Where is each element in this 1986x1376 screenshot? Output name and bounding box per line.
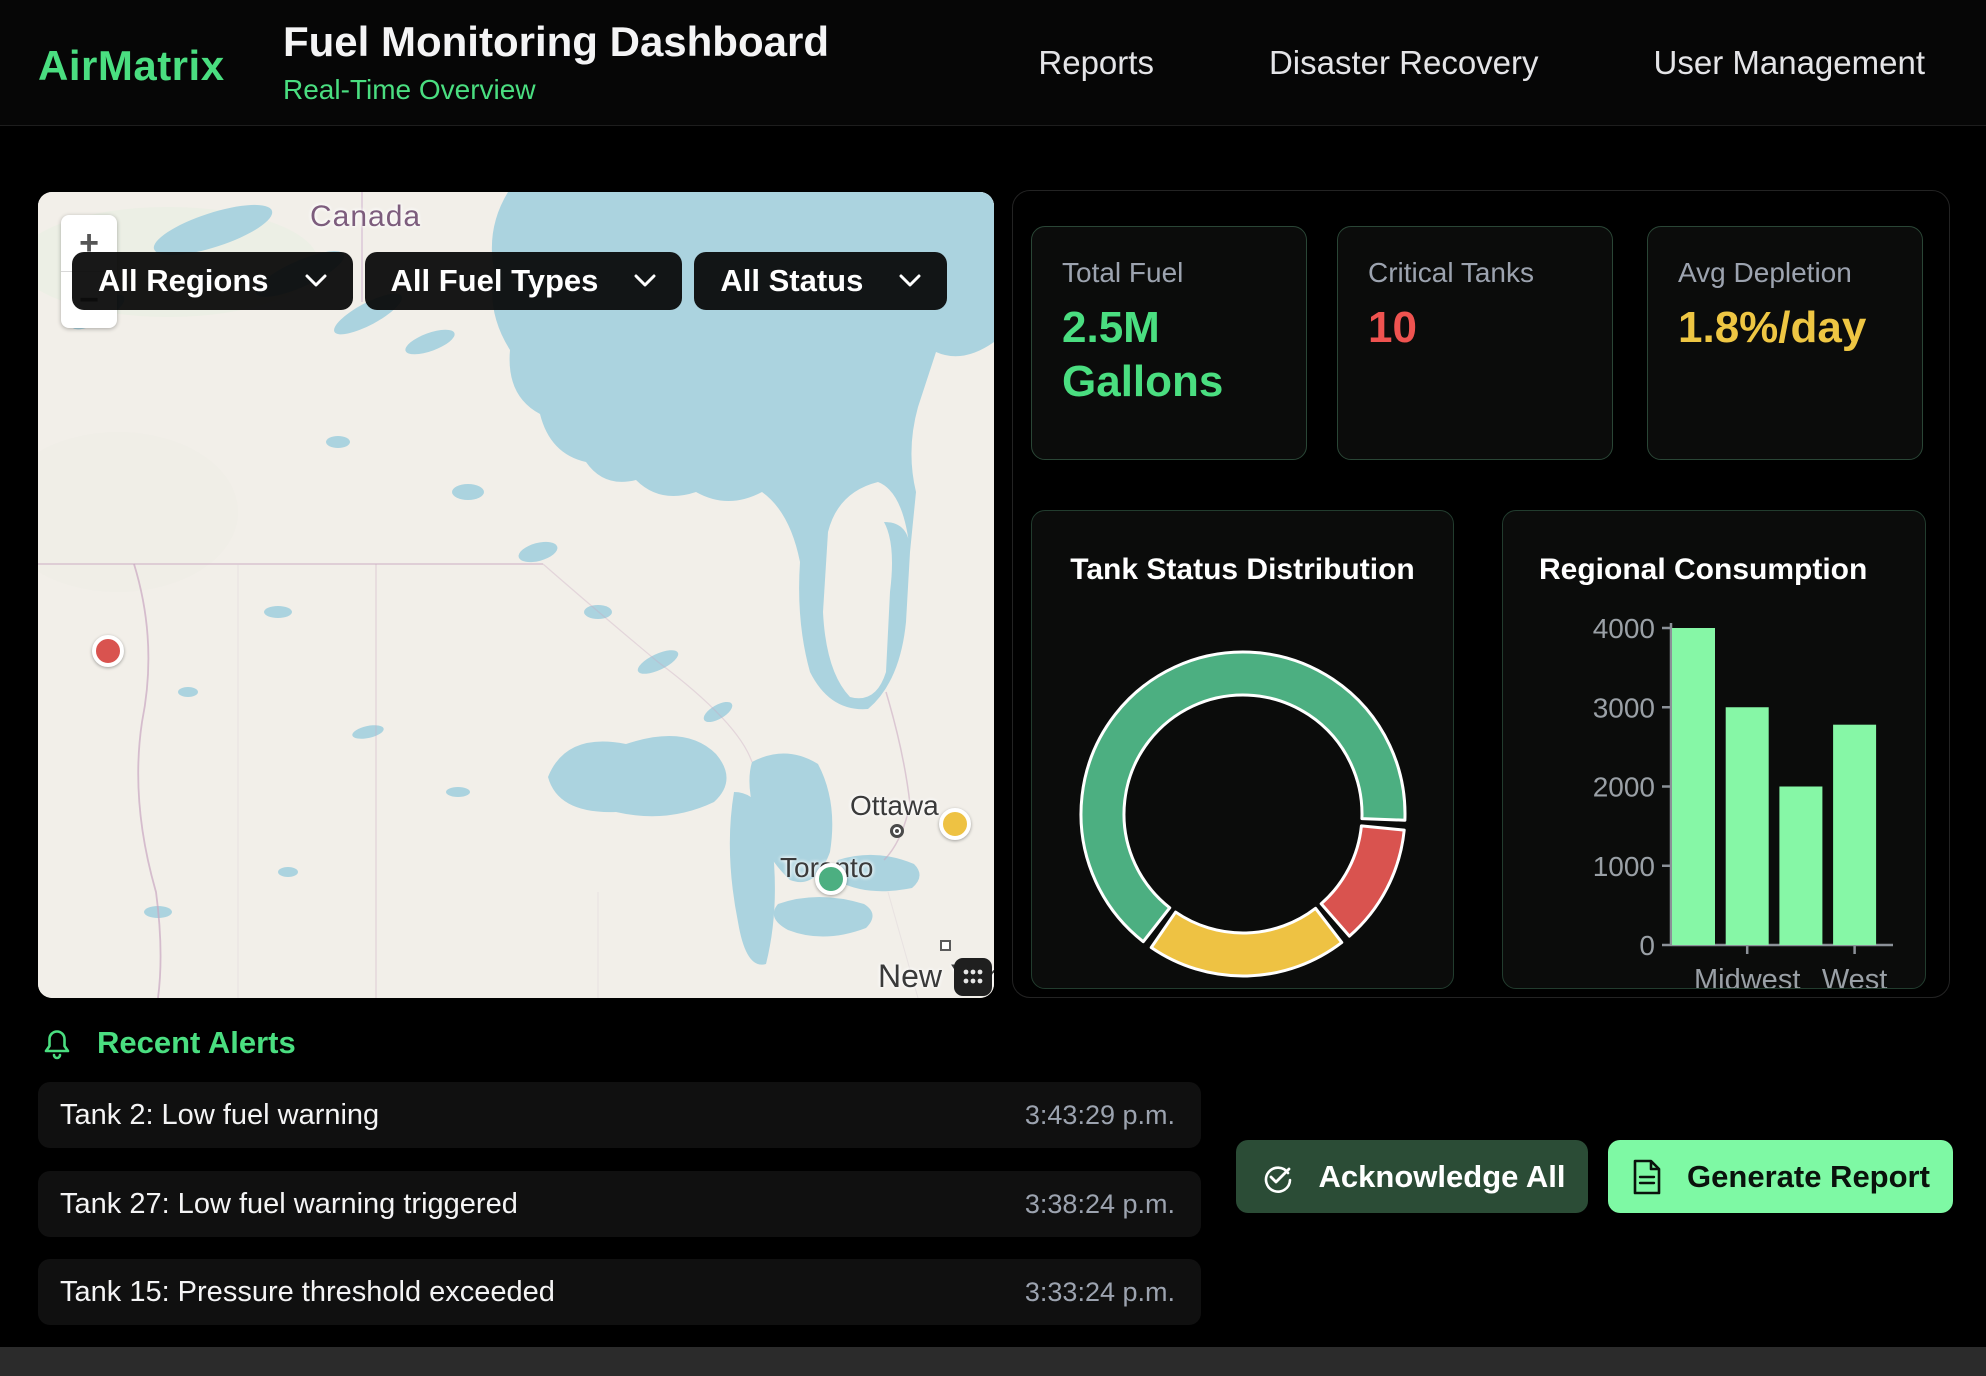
alert-message: Tank 2: Low fuel warning — [60, 1099, 379, 1132]
app-header: AirMatrix Fuel Monitoring Dashboard Real… — [0, 0, 1986, 126]
nav-item-user-management[interactable]: User Management — [1654, 44, 1925, 82]
chevron-down-icon — [634, 274, 656, 288]
acknowledge-all-label: Acknowledge All — [1319, 1159, 1566, 1195]
stat-value: 1.8%/day — [1678, 301, 1892, 355]
document-icon — [1631, 1158, 1663, 1196]
normal-tank-marker[interactable] — [815, 863, 847, 895]
brand-logo: AirMatrix — [38, 42, 225, 90]
alerts-title: Recent Alerts — [97, 1025, 296, 1061]
alert-row: Tank 15: Pressure threshold exceeded 3:3… — [38, 1259, 1201, 1325]
generate-report-label: Generate Report — [1687, 1159, 1930, 1195]
region-filter-value: All Regions — [98, 263, 269, 299]
page-subtitle: Real-Time Overview — [283, 74, 829, 106]
tick-label: West — [1822, 964, 1888, 989]
new-york-town-marker — [940, 940, 951, 951]
stat-value: 2.5M Gallons — [1062, 301, 1276, 408]
stat-label: Total Fuel — [1062, 257, 1276, 289]
regional-consumption-chart-panel: Regional Consumption 01000200030004000Mi… — [1502, 510, 1926, 989]
fuel-type-filter-select[interactable]: All Fuel Types — [365, 252, 683, 310]
status-filter-select[interactable]: All Status — [694, 252, 947, 310]
tick-label: 0 — [1639, 930, 1655, 961]
alert-message: Tank 27: Low fuel warning triggered — [60, 1188, 518, 1221]
donut-segment-warning — [1151, 908, 1342, 976]
stat-value: 10 — [1368, 301, 1582, 355]
fuel-type-filter-value: All Fuel Types — [391, 263, 599, 299]
stat-card-critical-tanks: Critical Tanks 10 — [1337, 226, 1613, 460]
alert-row: Tank 27: Low fuel warning triggered 3:38… — [38, 1171, 1201, 1237]
generate-report-button[interactable]: Generate Report — [1608, 1140, 1953, 1213]
map-filter-bar: All Regions All Fuel Types All Status — [72, 252, 947, 310]
tick-label: 3000 — [1593, 692, 1655, 723]
regional-consumption-bar-chart: 0 1000 2000 3000 4000 Midwest West — [1503, 511, 1926, 989]
tank-status-chart-title: Tank Status Distribution — [1032, 553, 1453, 587]
critical-tank-marker[interactable] — [92, 635, 124, 667]
alert-timestamp: 3:43:29 p.m. — [1025, 1100, 1175, 1131]
bar-region-3 — [1779, 787, 1822, 946]
chevron-down-icon — [305, 274, 327, 288]
bar-region-1 — [1672, 628, 1715, 945]
check-circle-icon — [1259, 1159, 1295, 1195]
bar-midwest — [1726, 707, 1769, 945]
stat-card-avg-depletion: Avg Depletion 1.8%/day — [1647, 226, 1923, 460]
grip-dots-icon — [960, 964, 986, 990]
map-label-canada: Canada — [310, 200, 421, 234]
map-label-ottawa: Ottawa — [850, 790, 939, 822]
warning-tank-marker[interactable] — [939, 808, 971, 840]
overview-panel: Total Fuel 2.5M Gallons Critical Tanks 1… — [1012, 190, 1950, 998]
alert-timestamp: 3:38:24 p.m. — [1025, 1189, 1175, 1220]
map-resize-handle[interactable] — [954, 958, 992, 996]
tick-label: 4000 — [1593, 613, 1655, 644]
alert-row: Tank 2: Low fuel warning 3:43:29 p.m. — [38, 1082, 1201, 1148]
chevron-down-icon — [899, 274, 921, 288]
tick-label: 2000 — [1593, 772, 1655, 803]
tank-status-donut-chart — [1078, 649, 1408, 979]
nav-item-disaster-recovery[interactable]: Disaster Recovery — [1269, 44, 1539, 82]
page-root: { "header": { "brand": "AirMatrix", "tit… — [0, 0, 1986, 1376]
page-title: Fuel Monitoring Dashboard — [283, 18, 829, 66]
nav-item-reports[interactable]: Reports — [1038, 44, 1154, 82]
tank-status-chart-panel: Tank Status Distribution — [1031, 510, 1454, 989]
title-block: Fuel Monitoring Dashboard Real-Time Over… — [283, 18, 829, 106]
acknowledge-all-button[interactable]: Acknowledge All — [1236, 1140, 1588, 1213]
status-filter-value: All Status — [720, 263, 863, 299]
region-filter-select[interactable]: All Regions — [72, 252, 353, 310]
stat-label: Critical Tanks — [1368, 257, 1582, 289]
bell-icon — [39, 1024, 75, 1062]
tick-label: 1000 — [1593, 851, 1655, 882]
main-nav: Reports Disaster Recovery User Managemen… — [1038, 0, 1925, 126]
bottom-scrollbar[interactable] — [0, 1347, 1986, 1376]
tick-label: Midwest — [1694, 964, 1800, 989]
stat-card-total-fuel: Total Fuel 2.5M Gallons — [1031, 226, 1307, 460]
alert-message: Tank 15: Pressure threshold exceeded — [60, 1276, 555, 1309]
alert-timestamp: 3:33:24 p.m. — [1025, 1277, 1175, 1308]
donut-segment-critical — [1321, 826, 1404, 936]
map-panel[interactable]: Canada Ottawa Toronto New York + − All R… — [38, 192, 994, 998]
ottawa-town-marker — [890, 824, 904, 838]
bar-west — [1833, 725, 1876, 945]
stat-label: Avg Depletion — [1678, 257, 1892, 289]
alerts-header: Recent Alerts — [39, 1024, 296, 1062]
